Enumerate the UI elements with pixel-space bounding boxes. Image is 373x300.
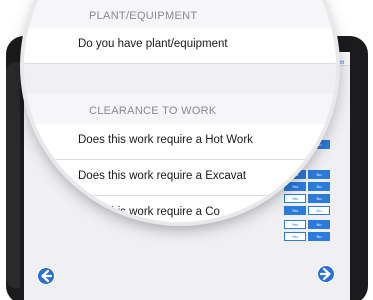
ipad-device-edge: [6, 62, 20, 288]
question-hot-work-label: Does this work require a Hot Work: [78, 134, 253, 146]
section-spacer: [24, 64, 336, 94]
forward-arrow-icon: [319, 267, 331, 281]
question-confined-space[interactable]: Does this work require a Co: [24, 196, 336, 222]
confined-detail-2-toggle[interactable]: Yes No: [248, 232, 343, 243]
section-clearance-to-work: CLEARANCE TO WORK: [89, 105, 217, 117]
question-confined-space-label: Does this work require a Co: [78, 206, 220, 218]
back-button[interactable]: [36, 266, 56, 286]
question-excavation-label: Does this work require a Excavat: [78, 170, 247, 182]
edit-link[interactable]: Edit: [335, 60, 344, 66]
confined-detail-2-yes[interactable]: Yes: [284, 232, 306, 241]
magnifier-lens: PLANT/EQUIPMENT Do you have plant/equipm…: [24, 0, 336, 222]
question-plant-equipment-label: Do you have plant/equipment: [78, 38, 228, 50]
back-arrow-icon: [41, 269, 53, 283]
forward-button[interactable]: [316, 264, 336, 284]
question-plant-equipment[interactable]: Do you have plant/equipment: [24, 28, 336, 64]
section-plant-equipment: PLANT/EQUIPMENT: [89, 10, 198, 22]
confined-detail-2-no[interactable]: No: [308, 232, 330, 241]
question-hot-work[interactable]: Does this work require a Hot Work: [24, 124, 336, 160]
question-excavation[interactable]: Does this work require a Excavat: [24, 160, 336, 196]
